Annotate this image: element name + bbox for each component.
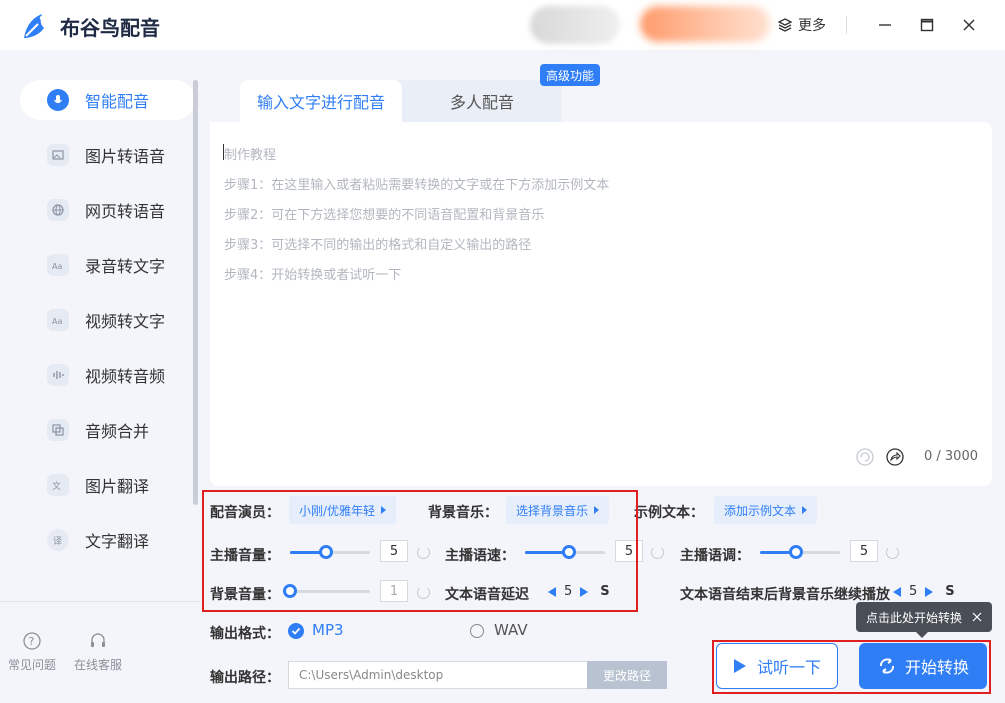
wav-label: WAV: [494, 621, 528, 639]
sidebar-item-image-translate[interactable]: 文 图片翻译: [20, 465, 195, 505]
decrease-icon[interactable]: [893, 586, 901, 597]
sample-text-select[interactable]: 添加示例文本: [714, 496, 818, 524]
merge-icon: [47, 419, 69, 441]
image-icon: [47, 144, 69, 166]
user-avatar[interactable]: [530, 6, 620, 44]
text-aa-icon: Aa: [47, 254, 69, 276]
tab-text-dubbing[interactable]: 输入文字进行配音: [240, 80, 402, 122]
title-bar: 布谷鸟配音 更多: [0, 0, 1005, 50]
online-service-button[interactable]: 在线客服: [74, 632, 122, 673]
faq-label: 常见问题: [8, 658, 57, 672]
placeholder-line: 步骤1：在这里输入或者粘贴需要转换的文字或在下方添加示例文本: [224, 178, 610, 193]
maximize-icon: [920, 18, 934, 32]
sidebar-item-label: 网页转语音: [85, 202, 166, 221]
app-title: 布谷鸟配音: [60, 16, 160, 40]
start-tooltip: 点击此处开始转换: [856, 602, 992, 638]
output-path-input[interactable]: C:\Users\Admin\desktop: [288, 661, 588, 689]
tab-label: 输入文字进行配音: [256, 93, 385, 112]
svg-text:Aa: Aa: [52, 262, 62, 271]
char-count: 0 / 3000: [924, 449, 978, 464]
highlight-box-actions: [712, 640, 991, 694]
highlight-box-settings: [202, 490, 638, 612]
service-label: 在线客服: [74, 658, 123, 672]
sidebar-item-audio-to-text[interactable]: Aa 录音转文字: [20, 245, 195, 285]
waveform-icon: [47, 364, 69, 386]
tooltip-text: 点击此处开始转换: [866, 610, 963, 625]
output-format-label: 输出格式：: [210, 626, 280, 642]
reset-icon[interactable]: [651, 546, 664, 559]
maximize-button[interactable]: [916, 14, 938, 36]
mp3-label: MP3: [312, 621, 344, 639]
sidebar-item-label: 音频合并: [85, 422, 150, 441]
layers-icon: [778, 18, 792, 32]
sidebar-item-video-to-audio[interactable]: 视频转音频: [20, 355, 195, 395]
microphone-icon: [47, 89, 69, 111]
tab-label: 多人配音: [449, 93, 514, 112]
tab-multi-dubbing[interactable]: 多人配音: [402, 80, 562, 122]
minimize-icon: [879, 24, 891, 26]
output-path-label: 输出路径：: [210, 670, 280, 686]
bird-logo-icon: [24, 14, 45, 38]
translate-icon: 文: [47, 474, 69, 496]
wav-radio[interactable]: [470, 624, 484, 638]
change-path-button[interactable]: 更改路径: [587, 661, 667, 689]
sidebar-item-web-to-speech[interactable]: 网页转语音: [20, 190, 195, 230]
pitch-slider[interactable]: [760, 544, 840, 560]
sidebar-item-video-to-text[interactable]: Aa 视频转文字: [20, 300, 195, 340]
continue-bgm-stepper[interactable]: 5 S: [893, 584, 955, 599]
svg-text:?: ?: [29, 635, 35, 648]
share-icon[interactable]: [886, 448, 904, 466]
sidebar-item-audio-merge[interactable]: 音频合并: [20, 410, 195, 450]
placeholder-line: 步骤4：开始转换或者试听一下: [224, 268, 402, 283]
sidebar-item-label: 文字翻译: [85, 532, 150, 551]
vip-banner[interactable]: [640, 6, 770, 42]
continue-bgm-unit: S: [945, 584, 955, 599]
globe-icon: [47, 199, 69, 221]
svg-text:Aa: Aa: [52, 317, 62, 326]
mp3-radio[interactable]: [288, 623, 304, 639]
sidebar-item-image-to-speech[interactable]: 图片转语音: [20, 135, 195, 175]
sidebar-item-label: 录音转文字: [85, 257, 166, 276]
chat-translate-icon: 译: [47, 529, 69, 551]
sidebar-item-label: 视频转音频: [85, 367, 166, 386]
sidebar-item-label: 视频转文字: [85, 312, 166, 331]
pitch-value[interactable]: 5: [850, 540, 878, 562]
close-icon[interactable]: [972, 612, 982, 622]
sidebar-item-label: 图片翻译: [85, 477, 150, 496]
continue-bgm-value: 5: [909, 584, 918, 599]
sidebar-scrollbar[interactable]: [193, 80, 198, 505]
placeholder-line: 制作教程: [224, 148, 277, 163]
video-text-icon: Aa: [47, 309, 69, 331]
headset-icon: [91, 633, 105, 647]
minimize-button[interactable]: [874, 14, 896, 36]
continue-bgm-label: 文本语音结束后背景音乐继续播放: [680, 587, 890, 603]
svg-text:文: 文: [52, 480, 61, 491]
text-editor[interactable]: 制作教程 步骤1：在这里输入或者粘贴需要转换的文字或在下方添加示例文本 步骤2：…: [210, 122, 992, 486]
placeholder-line: 步骤2：可在下方选择您想要的不同语音配置和背景音乐: [224, 208, 545, 223]
svg-text:译: 译: [53, 536, 62, 546]
close-icon: [963, 19, 975, 31]
sidebar-item-label: 图片转语音: [85, 147, 166, 166]
premium-badge: 高级功能: [540, 64, 601, 86]
sidebar-item-smart-dubbing[interactable]: 智能配音: [20, 80, 195, 120]
faq-button[interactable]: ? 常见问题: [8, 632, 56, 673]
check-icon: [291, 627, 301, 635]
more-label: 更多: [798, 18, 826, 34]
sidebar-item-label: 智能配音: [85, 92, 150, 111]
sidebar-item-text-translate[interactable]: 译 文字翻译: [20, 520, 195, 560]
question-icon: ?: [23, 632, 41, 650]
caret-right-icon: [802, 506, 808, 514]
increase-icon[interactable]: [925, 586, 934, 597]
more-button[interactable]: 更多: [778, 14, 826, 36]
sample-text-value: 添加示例文本: [724, 503, 797, 518]
sample-text-label: 示例文本：: [634, 505, 704, 521]
undo-icon[interactable]: [856, 448, 874, 466]
placeholder-line: 步骤3：可选择不同的输出的格式和自定义输出的路径: [224, 238, 532, 253]
sidebar-divider: [0, 601, 200, 602]
pitch-label: 主播语调：: [680, 548, 750, 564]
window-controls-divider: [846, 16, 847, 34]
close-button[interactable]: [958, 14, 980, 36]
reset-icon[interactable]: [886, 546, 899, 559]
